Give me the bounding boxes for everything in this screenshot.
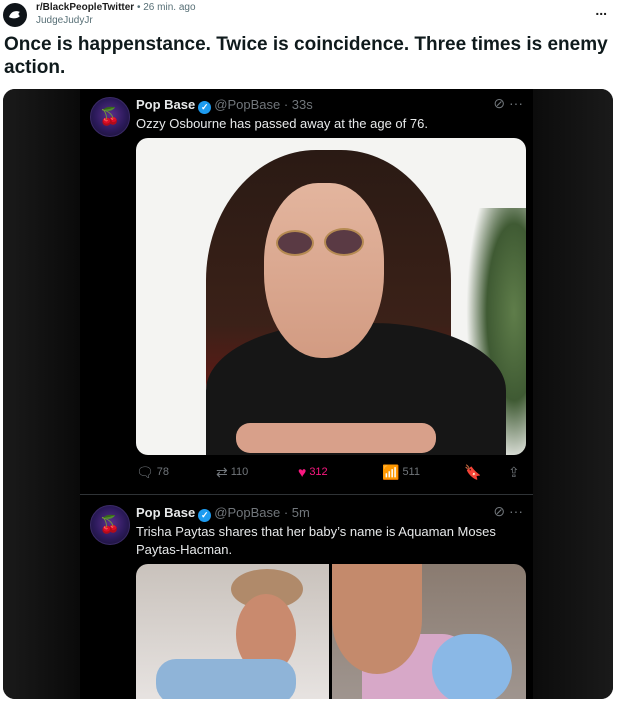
tweet-actions: 🗨 78 ⇄ 110 ♥ 312 📶 511 🔖 ⇪ <box>136 464 526 482</box>
cherry-icon: 🍒 <box>99 515 121 534</box>
tweet-author: Pop Base <box>136 505 196 520</box>
share-icon: ⇪ <box>508 464 520 480</box>
reply-icon: 🗨 <box>136 464 154 480</box>
tweet-screenshot: 🍒 Pop Base ✓ @PopBase · 33s ⊘ ··· Ozzy Osb… <box>80 89 533 699</box>
photo-face <box>264 183 384 358</box>
share-button: ⇪ <box>508 464 523 481</box>
tweet-author-line: Pop Base ✓ @PopBase · 5m <box>136 505 310 522</box>
tweet-header-icons: ⊘ ··· <box>493 95 523 112</box>
tweet-handle: @PopBase · 33s <box>214 97 313 112</box>
subreddit-name[interactable]: r/BlackPeopleTwitter <box>36 2 134 13</box>
photo-glasses-left <box>276 230 314 256</box>
more-options-button[interactable]: ... <box>595 2 607 18</box>
bookmark-icon: 🔖 <box>464 464 482 480</box>
tweet-text: Trisha Paytas shares that her baby’s nam… <box>136 524 496 557</box>
photo-baby-blanket <box>156 659 296 699</box>
tweet-header-icons: ⊘ ··· <box>493 503 523 520</box>
like-button: ♥ 312 <box>298 464 328 480</box>
post-title[interactable]: Once is happenstance. Twice is coinciden… <box>4 33 609 79</box>
subreddit-icon[interactable] <box>3 3 27 27</box>
views-icon: 📶 <box>382 464 400 480</box>
tweet-text: Ozzy Osbourne has passed away at the age… <box>136 116 428 131</box>
bird-icon <box>9 11 20 19</box>
post-author[interactable]: JudgeJudyJr <box>36 15 93 26</box>
grok-icon: ⊘ <box>493 503 506 519</box>
repost-button: ⇄ 110 <box>216 464 248 481</box>
tweet-more-icon: ··· <box>509 95 523 111</box>
tweet-author-line: Pop Base ✓ @PopBase · 33s <box>136 97 313 114</box>
post-time: • 26 min. ago <box>136 2 196 13</box>
reply-button: 🗨 78 <box>136 464 169 481</box>
views-button: 📶 511 <box>382 464 420 481</box>
photo-face <box>332 564 422 674</box>
media-blur-right <box>523 89 613 699</box>
like-icon: ♥ <box>298 464 307 480</box>
photo-baby <box>432 634 512 699</box>
tweet-photo-right <box>332 564 526 699</box>
repost-icon: ⇄ <box>216 464 228 480</box>
tweet-more-icon: ··· <box>509 503 523 519</box>
grok-icon: ⊘ <box>493 95 506 111</box>
tweet-photo <box>136 138 526 455</box>
tweet-2-photos <box>136 564 526 699</box>
tweet-photo-left <box>136 564 329 699</box>
avatar: 🍒 <box>90 97 130 137</box>
verified-icon: ✓ <box>198 101 212 114</box>
media-blur-left <box>3 89 80 699</box>
tweet-author: Pop Base <box>136 97 196 112</box>
subreddit-line: r/BlackPeopleTwitter • 26 min. ago <box>36 2 196 13</box>
verified-icon: ✓ <box>198 509 212 522</box>
bookmark-button: 🔖 <box>464 464 484 481</box>
photo-glasses-right <box>324 228 364 256</box>
cherry-icon: 🍒 <box>99 107 121 126</box>
reply-count: 78 <box>156 466 170 478</box>
repost-count: 110 <box>230 466 249 478</box>
like-count: 312 <box>309 466 328 478</box>
tweet-1: 🍒 Pop Base ✓ @PopBase · 33s ⊘ ··· Ozzy Osb… <box>80 89 533 494</box>
photo-hands <box>236 423 436 453</box>
post-media[interactable]: 🍒 Pop Base ✓ @PopBase · 33s ⊘ ··· Ozzy Osb… <box>3 89 613 699</box>
avatar: 🍒 <box>90 505 130 545</box>
post-header: r/BlackPeopleTwitter • 26 min. ago Judge… <box>0 0 617 32</box>
views-count: 511 <box>402 466 420 478</box>
tweet-handle: @PopBase · 5m <box>214 505 310 520</box>
